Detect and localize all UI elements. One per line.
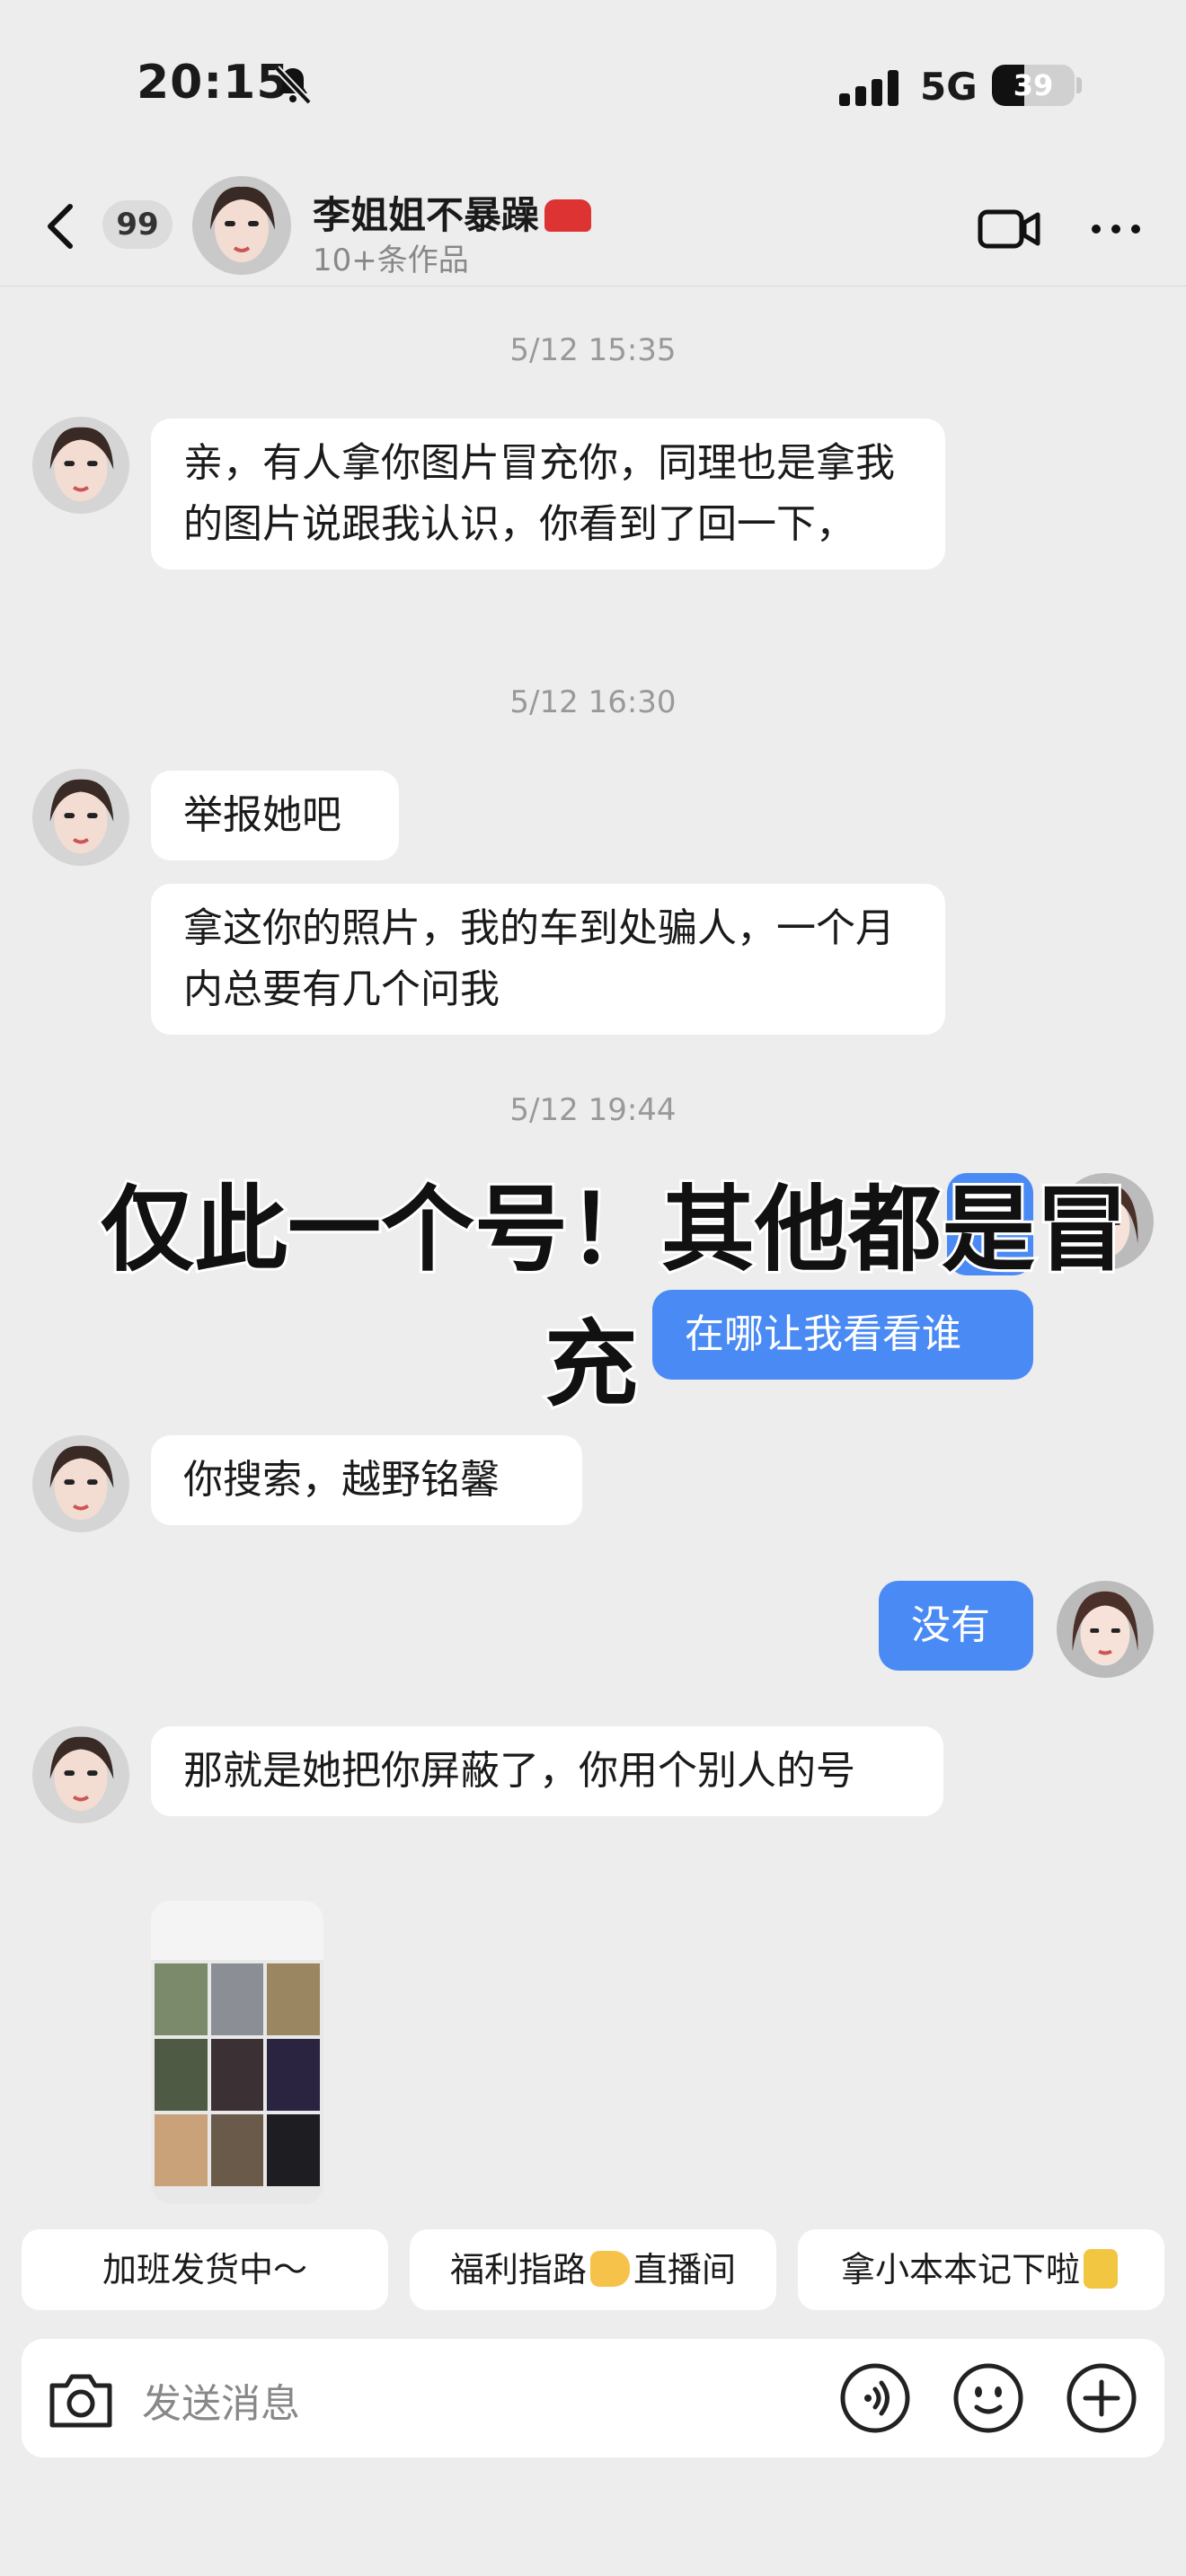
thumbnail-grid (151, 1960, 323, 2190)
message-bubble[interactable]: 拿这你的照片，我的车到处骗人，一个月内总要有几个问我 (151, 884, 945, 1035)
message-bubble[interactable]: 那就是她把你屏蔽了，你用个别人的号 (151, 1726, 943, 1816)
contact-avatar[interactable] (32, 1726, 129, 1823)
plus-circle-icon[interactable] (1066, 2362, 1137, 2434)
video-camera-icon[interactable] (978, 207, 1040, 251)
message-input-bar: 发送消息 (22, 2339, 1164, 2457)
message-bubble[interactable]: 你搜索，越野铭馨 (151, 1435, 582, 1525)
network-type: 5G (920, 65, 978, 109)
ellipsis-icon[interactable] (1089, 207, 1143, 251)
car-emoji (544, 199, 592, 232)
quick-reply-chip[interactable]: 福利指路 直播间 (410, 2229, 776, 2310)
contact-avatar[interactable] (32, 1435, 129, 1532)
chat-header: 99 李姐姐不暴躁 10+条作品 (0, 171, 1186, 287)
smiley-face-icon[interactable] (952, 2362, 1024, 2434)
timestamp: 5/12 15:35 (509, 332, 677, 368)
message-input[interactable]: 发送消息 (142, 2371, 300, 2429)
overlay-caption-line2: 充 (542, 1307, 641, 1422)
battery-icon: 39 (992, 65, 1075, 106)
message-bubble-mine[interactable]: 在哪让我看看谁 (652, 1290, 1033, 1380)
contact-subtitle[interactable]: 10+条作品 (313, 235, 469, 279)
camera-icon[interactable] (45, 2369, 117, 2430)
contact-avatar[interactable] (32, 769, 129, 866)
contact-avatar[interactable] (192, 176, 291, 275)
message-bubble[interactable]: 举报她吧 (151, 771, 399, 860)
status-bar: 20:15 5G 39 (0, 0, 1186, 162)
signal-bars-icon (839, 70, 898, 106)
overlay-caption-line1: 仅此一个号！其他都是冒 (98, 1172, 1131, 1287)
pointing-hand-emoji (590, 2250, 630, 2287)
image-message-thumbnail[interactable] (151, 1901, 323, 2204)
message-bubble-mine[interactable]: 没有 (879, 1581, 1033, 1671)
contact-avatar[interactable] (32, 417, 129, 514)
timestamp: 5/12 19:44 (509, 1092, 677, 1128)
unread-badge[interactable]: 99 (102, 200, 173, 249)
timestamp: 5/12 16:30 (509, 684, 677, 720)
battery-percent: 39 (1013, 68, 1054, 102)
status-time: 20:15 (137, 56, 290, 110)
thumbnail-header (151, 1901, 323, 1960)
my-avatar[interactable] (1057, 1581, 1154, 1678)
chevron-left-icon[interactable] (36, 198, 86, 255)
contact-name: 李姐姐不暴躁 (313, 185, 592, 240)
quick-reply-chip[interactable]: 拿小本本记下啦 (798, 2229, 1164, 2310)
voice-wave-icon[interactable] (839, 2362, 911, 2434)
message-bubble[interactable]: 亲，有人拿你图片冒充你，同理也是拿我的图片说跟我认识，你看到了回一下， (151, 419, 945, 569)
quick-reply-chip[interactable]: 加班发货中～ (22, 2229, 388, 2310)
notebook-emoji (1084, 2248, 1118, 2289)
bell-slash-icon (274, 66, 312, 105)
battery-tip (1076, 77, 1082, 93)
